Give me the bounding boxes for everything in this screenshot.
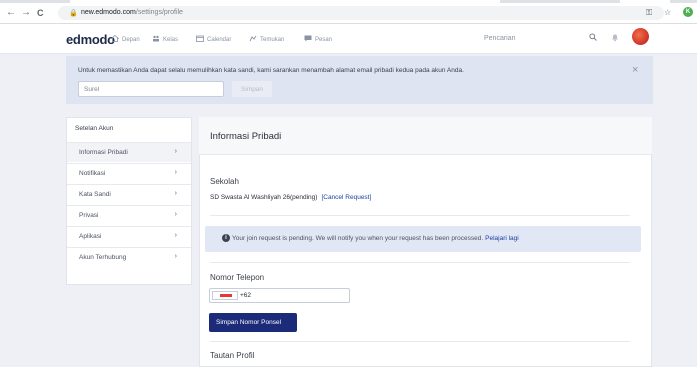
sidebar-header: Setelan Akun — [75, 125, 114, 132]
learn-more-link[interactable]: Pelajari lagi — [485, 235, 519, 242]
sidebar-item-label: Aplikasi — [79, 233, 102, 240]
chevron-right-icon: › — [174, 169, 177, 176]
nav-item-calendar[interactable]: Calendar — [196, 35, 231, 43]
country-flag-icon[interactable] — [212, 291, 238, 300]
home-icon — [111, 35, 119, 42]
forward-icon[interactable]: → — [21, 8, 31, 18]
close-icon[interactable]: × — [632, 65, 638, 76]
tab[interactable] — [620, 0, 670, 3]
sidebar-item-privacy[interactable]: Privasi › — [67, 205, 191, 225]
divider — [210, 215, 630, 216]
chevron-right-icon: › — [174, 232, 177, 239]
active-tab[interactable] — [70, 0, 500, 3]
sidebar-item-label: Informasi Pribadi — [79, 149, 128, 156]
sidebar-item-label: Akun Terhubung — [79, 254, 127, 261]
star-icon[interactable]: ☆ — [664, 8, 671, 17]
school-section-title: Sekolah — [210, 177, 239, 186]
discover-icon — [249, 35, 257, 42]
reload-icon[interactable]: C — [37, 8, 44, 18]
browser-profile-avatar[interactable]: K — [683, 7, 693, 17]
save-phone-label: Simpan Nomor Ponsel — [216, 319, 282, 326]
chevron-right-icon: › — [174, 211, 177, 218]
url-path: /settings/profile — [135, 9, 183, 16]
search-placeholder: Pencarian — [484, 35, 516, 42]
nav-item-classes[interactable]: Kelas — [152, 35, 178, 43]
nav-item-discover[interactable]: Temukan — [249, 35, 284, 43]
divider — [210, 262, 630, 263]
sidebar-item-label: Notifikasi — [79, 170, 106, 177]
bell-icon[interactable] — [611, 33, 619, 42]
notice-message: Your join request is pending. We will no… — [232, 235, 519, 242]
nav-label-discover: Temukan — [260, 37, 285, 43]
user-avatar[interactable] — [632, 28, 649, 45]
nav-label-home: Depan — [122, 37, 140, 43]
sidebar-item-connected-accounts[interactable]: Akun Terhubung › — [67, 247, 191, 267]
edmodo-logo[interactable]: edmodo — [66, 32, 115, 47]
chevron-right-icon: › — [174, 253, 177, 260]
sidebar-item-label: Kata Sandi — [79, 191, 111, 198]
page-title: Informasi Pribadi — [210, 131, 282, 142]
nav-label-messages: Pesan — [315, 37, 333, 43]
sidebar-item-apps[interactable]: Aplikasi › — [67, 226, 191, 246]
nav-label-calendar: Calendar — [207, 37, 232, 43]
sidebar-item-notifications[interactable]: Notifikasi › — [67, 163, 191, 183]
phone-section-title: Nomor Telepon — [210, 273, 265, 282]
phone-value: +62 — [240, 292, 252, 299]
sidebar-item-label: Privasi — [79, 212, 99, 219]
school-name: SD Swasta Al Washliyah 26(pending) — [210, 194, 318, 201]
email-placeholder: Surel — [84, 86, 100, 93]
profile-link-section-title: Tautan Profil — [210, 351, 255, 360]
divider — [210, 341, 630, 342]
lock-icon[interactable]: 🔒 — [69, 9, 78, 17]
back-icon[interactable]: ← — [6, 8, 16, 18]
banner-message: Untuk memastikan Anda dapat selalu memul… — [78, 67, 464, 74]
info-icon: i — [222, 234, 230, 242]
tab-strip — [0, 0, 697, 3]
school-info: SD Swasta Al Washliyah 26(pending) [Cance… — [210, 194, 371, 201]
key-icon[interactable]: ⚿ — [646, 8, 652, 18]
calendar-icon — [196, 35, 204, 42]
nav-item-home[interactable]: Depan — [111, 35, 140, 43]
notice-text: Your join request is pending. We will no… — [232, 235, 484, 242]
nav-item-messages[interactable]: Pesan — [304, 35, 332, 43]
save-email-label: Simpan — [241, 86, 264, 93]
search-icon[interactable] — [589, 33, 597, 41]
nav-label-classes: Kelas — [163, 37, 179, 43]
message-icon — [304, 35, 312, 42]
chevron-right-icon: › — [174, 148, 177, 155]
email-field[interactable] — [78, 81, 224, 97]
url-text[interactable]: new.edmodo.com/settings/profile — [81, 9, 183, 16]
sidebar-item-personal-info[interactable]: Informasi Pribadi › — [67, 142, 191, 162]
cancel-request-link[interactable]: [Cancel Request] — [321, 194, 371, 201]
chevron-right-icon: › — [174, 190, 177, 197]
sidebar-item-password[interactable]: Kata Sandi › — [67, 184, 191, 204]
url-host: new.edmodo.com — [81, 9, 136, 16]
classes-icon — [153, 35, 159, 42]
